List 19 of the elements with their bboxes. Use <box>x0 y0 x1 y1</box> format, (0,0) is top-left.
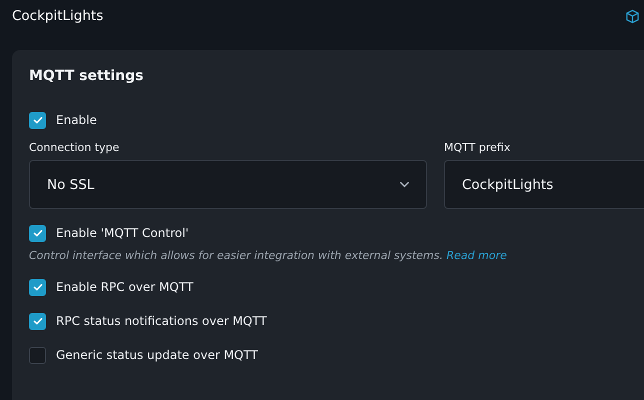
checkbox[interactable] <box>29 346 46 364</box>
checkbox-label: Enable 'MQTT Control' <box>56 226 189 240</box>
checkbox[interactable] <box>29 278 46 296</box>
checkbox[interactable] <box>29 224 46 242</box>
field-label: Connection type <box>29 141 120 154</box>
prefix-input-field[interactable]: CockpitLights <box>444 160 644 209</box>
read-more-link[interactable]: Read more <box>446 249 507 262</box>
field-label: MQTT prefix <box>444 141 512 154</box>
checkbox-label: Enable RPC over MQTT <box>56 280 194 294</box>
checkbox-label: Enable <box>56 113 97 127</box>
card-title: MQTT settings <box>29 68 144 84</box>
app-title: CockpitLights <box>12 8 104 24</box>
checkbox-label: RPC status notifications over MQTT <box>56 314 267 328</box>
checkbox[interactable] <box>29 312 46 330</box>
checkbox-label: Generic status update over MQTT <box>56 348 258 362</box>
checkbox[interactable] <box>29 112 46 128</box>
description-text: Control interface which allows for easier integration with external systems. Read more <box>29 249 508 262</box>
cube-icon <box>625 8 640 24</box>
connection-type-dropdown[interactable]: No SSL <box>29 160 427 209</box>
